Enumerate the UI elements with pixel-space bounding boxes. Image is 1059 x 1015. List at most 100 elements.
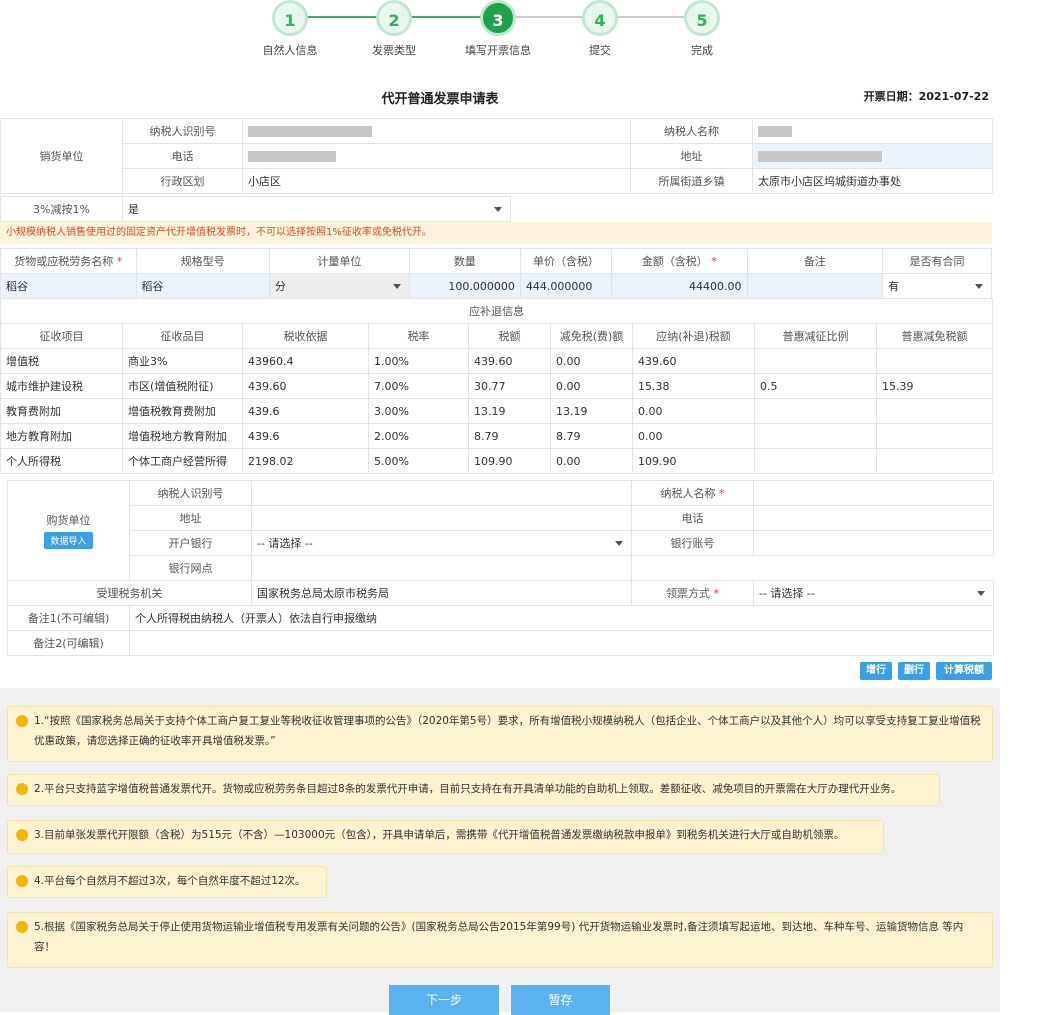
- buyer-taxpayer-name-field[interactable]: [753, 480, 994, 506]
- buyer-table: 购货单位 数据导入 纳税人识别号 纳税人名称 * 地址 电话 开户银行 -- 请…: [7, 480, 994, 656]
- required-mark: *: [116, 255, 123, 268]
- step-2-circle: 2: [376, 0, 412, 36]
- tax-cell: 0.00: [632, 398, 755, 424]
- step-1-label: 自然人信息: [262, 44, 318, 57]
- tax-cell: [875, 348, 994, 374]
- seller-street-value: 太原市小店区坞城街道办事处: [752, 168, 993, 194]
- reduce-select[interactable]: 是: [122, 196, 511, 222]
- tax-cell: 2198.02: [242, 448, 369, 474]
- tax-header: 普惠减免税额: [875, 323, 994, 349]
- goods-qty-field[interactable]: 100.000000: [408, 273, 521, 299]
- remark2-field[interactable]: [129, 630, 994, 656]
- tax-cell: 0.5: [754, 373, 877, 399]
- notice-3-text: 3.目前单张发票代开限额（含税）为515元（不含）—103000元（包含），开具…: [34, 829, 845, 841]
- seller-district-label: 行政区划: [122, 168, 243, 194]
- goods-spec-field[interactable]: 稻谷: [135, 273, 270, 299]
- goods-header-qty: 数量: [408, 248, 521, 274]
- tax-cell: 109.90: [632, 448, 755, 474]
- redacted-block: [758, 151, 882, 162]
- notice-4: 4.平台每个自然月不超过3次，每个自然年度不超过12次。: [7, 866, 327, 898]
- seller-taxpayer-id-label: 纳税人识别号: [122, 118, 243, 144]
- notice-1: 1.“按照《国家税务总局关于支持个体工商户复工复业等税收征收管理事项的公告》（2…: [7, 706, 993, 762]
- goods-unit-select[interactable]: 分: [268, 273, 410, 299]
- buyer-taxpayer-id-label: 纳税人识别号: [129, 480, 252, 506]
- tax-cell: [875, 448, 994, 474]
- buyer-spacer: [632, 556, 994, 581]
- tax-cell: [875, 423, 994, 449]
- goods-name-field[interactable]: 稻谷: [0, 273, 137, 299]
- goods-header-unit: 计量单位: [268, 248, 410, 274]
- reduce-table: 3%减按1% 是: [0, 196, 993, 222]
- table-row: 城市维护建设税 市区(增值税附征) 439.60 7.00% 30.77 0.00 15.3…: [0, 373, 994, 399]
- tax-cell: 8.79: [550, 423, 633, 449]
- buyer-branch-field[interactable]: [251, 555, 632, 581]
- tax-cell: 地方教育附加: [0, 423, 123, 449]
- buyer-account-field[interactable]: [753, 530, 994, 556]
- seller-taxpayer-name-label: 纳税人名称: [630, 118, 753, 144]
- tax-header: 税额: [468, 323, 551, 349]
- delete-row-button[interactable]: 删行: [898, 662, 930, 680]
- tax-cell: 15.38: [632, 373, 755, 399]
- notice-4-text: 4.平台每个自然月不超过3次，每个自然年度不超过12次。: [34, 875, 306, 887]
- calc-tax-button[interactable]: 计算税额: [936, 662, 992, 680]
- add-row-button[interactable]: 增行: [860, 662, 892, 680]
- notice-5-text: 5.根据《国家税务总局关于停止使用货物运输业增值税专用发票有关问题的公告》(国家…: [34, 921, 964, 953]
- goods-price-field[interactable]: 444.000000: [519, 273, 613, 299]
- buyer-taxpayer-name-label: 纳税人名称 *: [631, 480, 754, 506]
- buyer-address-field[interactable]: [251, 505, 632, 531]
- tax-cell: 439.60: [242, 373, 369, 399]
- goods-contract-select[interactable]: 有: [882, 273, 992, 299]
- seller-taxpayer-name-field[interactable]: [752, 118, 993, 144]
- goods-amount-field[interactable]: 44400.00: [611, 273, 748, 299]
- tax-cell: 教育费附加: [0, 398, 123, 424]
- buyer-taxpayer-id-field[interactable]: [251, 480, 632, 506]
- step-4-label: 提交: [589, 44, 611, 57]
- buyer-phone-field[interactable]: [753, 505, 994, 531]
- data-import-button[interactable]: 数据导入: [44, 532, 93, 549]
- step-5-circle: 5: [684, 0, 720, 36]
- goods-header-spec: 规格型号: [135, 248, 270, 274]
- tax-cell: [754, 348, 877, 374]
- next-step-button[interactable]: 下一步: [389, 985, 499, 1015]
- buyer-branch-label: 银行网点: [129, 555, 252, 581]
- tax-cell: 商业3%: [122, 348, 243, 374]
- tax-cell: [754, 448, 877, 474]
- tax-header: 税收依据: [242, 323, 369, 349]
- required-mark: *: [719, 487, 725, 500]
- tax-cell: 439.6: [242, 398, 369, 424]
- warning-icon: [16, 783, 28, 795]
- goods-header-amount: 金额（含税） *: [611, 248, 748, 274]
- buyer-bank-select[interactable]: -- 请选择 --: [251, 530, 632, 556]
- seller-taxpayer-id-field[interactable]: [242, 118, 631, 144]
- goods-header-contract: 是否有合同: [882, 248, 992, 274]
- seller-district-value: 小店区: [242, 168, 631, 194]
- goods-remark-field[interactable]: [746, 273, 884, 299]
- tax-cell: 增值税地方教育附加: [122, 423, 243, 449]
- buyer-bank-label: 开户银行: [129, 530, 252, 556]
- tax-cell: 13.19: [550, 398, 633, 424]
- tax-cell: 增值税: [0, 348, 123, 374]
- tax-cell: 0.00: [632, 423, 755, 449]
- notice-3: 3.目前单张发票代开限额（含税）为515元（不含）—103000元（包含），开具…: [7, 820, 884, 854]
- notice-5: 5.根据《国家税务总局关于停止使用货物运输业增值税专用发票有关问题的公告》(国家…: [7, 912, 993, 968]
- tax-cell: 个体工商户经营所得: [122, 448, 243, 474]
- required-mark: *: [711, 255, 717, 268]
- tax-cell: 0.00: [550, 348, 633, 374]
- tax-cell: 5.00%: [368, 448, 469, 474]
- pickup-select[interactable]: -- 请选择 --: [753, 580, 994, 606]
- tax-cell: 2.00%: [368, 423, 469, 449]
- goods-header-amount-text: 金额（含税）: [641, 255, 708, 268]
- tax-cell: 43960.4: [242, 348, 369, 374]
- buyer-section-label: 购货单位: [46, 514, 91, 527]
- remark1-label: 备注1(不可编辑): [7, 605, 130, 631]
- pickup-label: 领票方式 *: [631, 580, 754, 606]
- step-4-circle: 4: [582, 0, 618, 36]
- seller-phone-field[interactable]: [242, 143, 631, 169]
- notice-1-text: 1.“按照《国家税务总局关于支持个体工商户复工复业等税收征收管理事项的公告》（2…: [34, 715, 981, 747]
- tax-cell: 城市维护建设税: [0, 373, 123, 399]
- tax-cell: 市区(增值税附征): [122, 373, 243, 399]
- buyer-phone-label: 电话: [631, 505, 754, 531]
- tax-cell: 439.6: [242, 423, 369, 449]
- seller-address-field[interactable]: [752, 143, 993, 169]
- save-draft-button[interactable]: 暂存: [511, 985, 610, 1015]
